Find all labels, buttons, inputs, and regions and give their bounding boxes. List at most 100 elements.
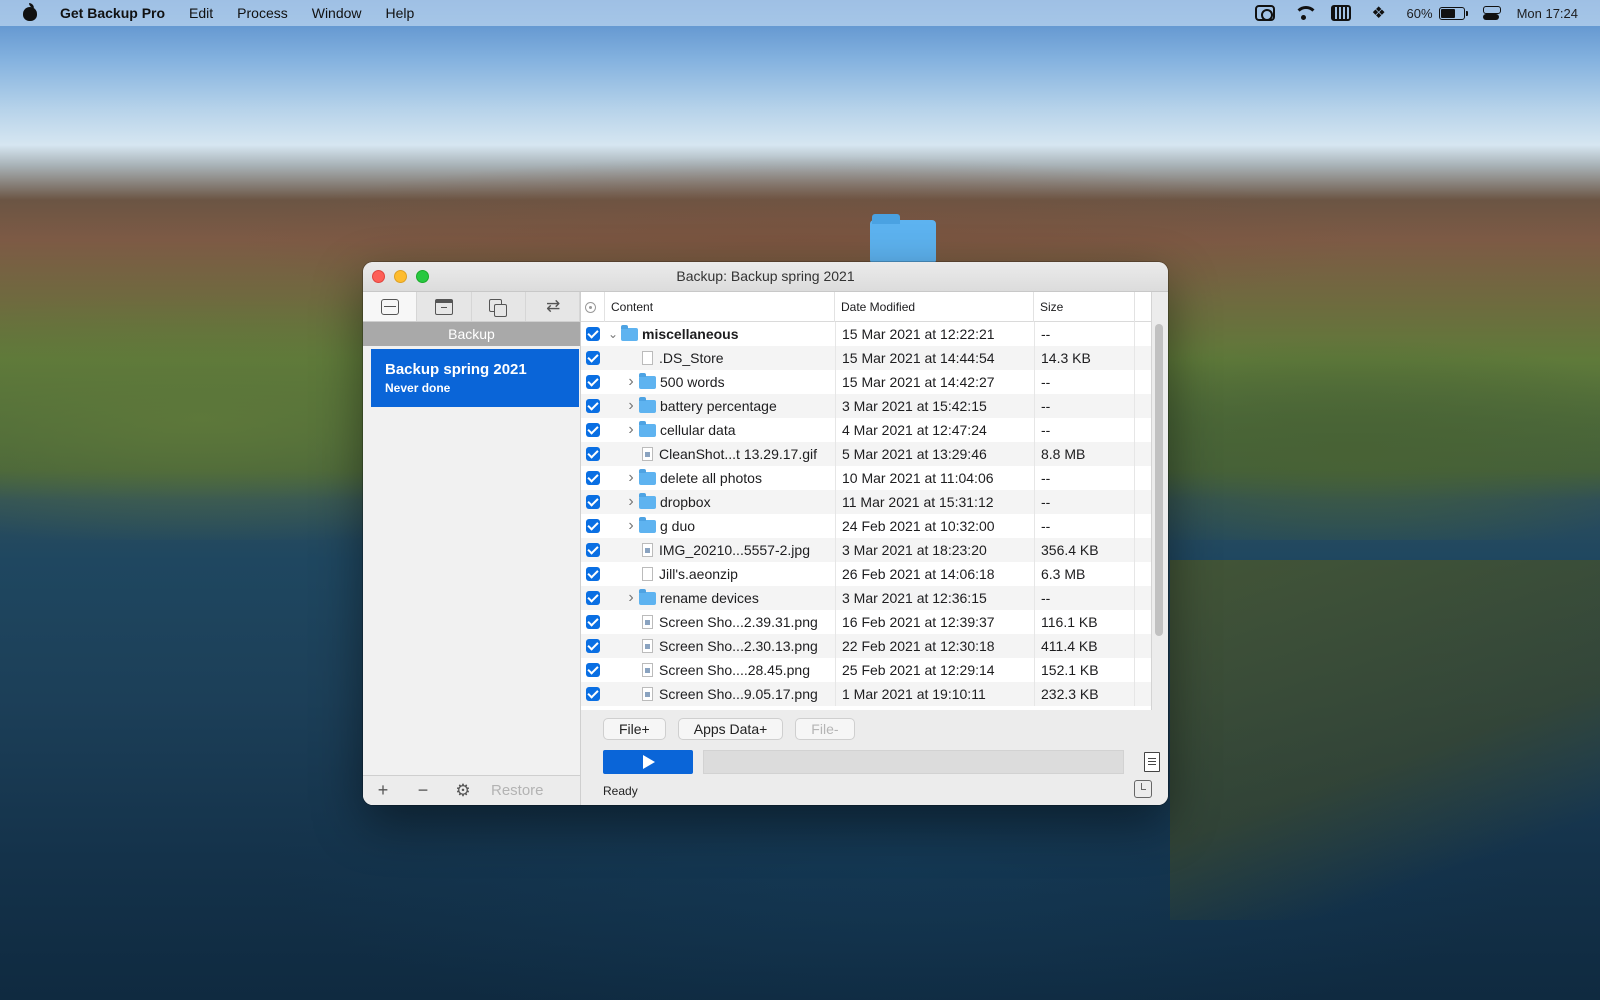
- table-row[interactable]: .DS_Store 15 Mar 2021 at 14:44:54 14.3 KB: [581, 346, 1151, 370]
- column-content[interactable]: Content: [605, 292, 835, 322]
- content-cell: Screen Sho...9.05.17.png: [605, 682, 835, 706]
- date-modified-cell: 3 Mar 2021 at 18:23:20: [835, 538, 1034, 562]
- wifi-icon[interactable]: [1293, 5, 1318, 21]
- include-checkbox[interactable]: [586, 519, 600, 533]
- date-modified-cell: 4 Mar 2021 at 12:47:24: [835, 418, 1034, 442]
- include-checkbox[interactable]: [586, 327, 600, 341]
- item-name: battery percentage: [660, 398, 777, 414]
- backup-project-status: Never done: [385, 381, 451, 395]
- battery-status[interactable]: 60%: [1407, 6, 1468, 21]
- table-scrollbar[interactable]: [1155, 324, 1163, 636]
- add-apps-data-button[interactable]: Apps Data+: [677, 718, 784, 740]
- apple-menu-icon[interactable]: [22, 3, 38, 22]
- row-checkbox-cell: [581, 610, 605, 634]
- desktop-folder-icon[interactable]: [870, 214, 936, 264]
- table-row[interactable]: › g duo 24 Feb 2021 at 10:32:00 --: [581, 514, 1151, 538]
- select-all-header[interactable]: [581, 292, 605, 322]
- row-checkbox-cell: [581, 466, 605, 490]
- table-row[interactable]: Screen Sho...9.05.17.png 1 Mar 2021 at 19…: [581, 682, 1151, 706]
- backup-window: Backup: Backup spring 2021 Backup Backup…: [363, 262, 1168, 805]
- item-name: .DS_Store: [659, 350, 724, 366]
- table-row[interactable]: › rename devices 3 Mar 2021 at 12:36:15 --: [581, 586, 1151, 610]
- table-row[interactable]: › delete all photos 10 Mar 2021 at 11:04:0…: [581, 466, 1151, 490]
- menu-bar: Get Backup Pro Edit Process Window Help …: [0, 0, 1600, 26]
- screenshot-icon[interactable]: [1254, 5, 1275, 21]
- table-row[interactable]: ⌄ miscellaneous 15 Mar 2021 at 12:22:21 --: [581, 322, 1151, 346]
- mode-tabs: [363, 292, 580, 322]
- tab-clone[interactable]: [472, 292, 526, 321]
- include-checkbox[interactable]: [586, 567, 600, 581]
- size-cell: --: [1034, 466, 1135, 490]
- chevron-right-icon[interactable]: ›: [623, 394, 639, 418]
- keyboard-icon[interactable]: [1330, 5, 1351, 21]
- chevron-right-icon[interactable]: ›: [623, 466, 639, 490]
- column-size[interactable]: Size: [1034, 292, 1135, 322]
- title-bar[interactable]: Backup: Backup spring 2021: [363, 262, 1168, 292]
- include-checkbox[interactable]: [586, 423, 600, 437]
- table-row[interactable]: Screen Sho...2.30.13.png 22 Feb 2021 at 1…: [581, 634, 1151, 658]
- item-name: g duo: [660, 518, 696, 534]
- content-cell: Jill's.aeonzip: [605, 562, 835, 586]
- table-row[interactable]: Screen Sho....28.45.png 25 Feb 2021 at 12…: [581, 658, 1151, 682]
- include-checkbox[interactable]: [586, 615, 600, 629]
- chevron-right-icon[interactable]: ›: [623, 418, 639, 442]
- add-file-button[interactable]: File+: [603, 718, 666, 740]
- include-checkbox[interactable]: [586, 591, 600, 605]
- chevron-right-icon[interactable]: ›: [623, 490, 639, 514]
- column-date-modified[interactable]: Date Modified: [835, 292, 1034, 322]
- include-checkbox[interactable]: [586, 351, 600, 365]
- include-checkbox[interactable]: [586, 471, 600, 485]
- tab-backup[interactable]: [363, 292, 418, 321]
- tab-archive[interactable]: [417, 292, 472, 321]
- table-row[interactable]: IMG_20210...5557-2.jpg 3 Mar 2021 at 18:2…: [581, 538, 1151, 562]
- backup-project-item[interactable]: Backup spring 2021 Never done: [371, 349, 579, 407]
- row-checkbox-cell: [581, 562, 605, 586]
- date-modified-cell: 1 Mar 2021 at 19:10:11: [835, 682, 1034, 706]
- include-checkbox[interactable]: [586, 687, 600, 701]
- add-project-button[interactable]: +: [363, 780, 403, 801]
- include-checkbox[interactable]: [586, 495, 600, 509]
- chevron-down-icon[interactable]: ⌄: [605, 322, 621, 346]
- menu-clock[interactable]: Mon 17:24: [1517, 6, 1578, 21]
- include-checkbox[interactable]: [586, 543, 600, 557]
- chevron-right-icon[interactable]: ›: [623, 370, 639, 394]
- include-checkbox[interactable]: [586, 399, 600, 413]
- remove-file-button[interactable]: File-: [795, 718, 855, 740]
- size-cell: --: [1034, 418, 1135, 442]
- control-center-icon[interactable]: [1482, 6, 1501, 20]
- content-cell: .DS_Store: [605, 346, 835, 370]
- include-checkbox[interactable]: [586, 639, 600, 653]
- table-row[interactable]: › battery percentage 3 Mar 2021 at 15:42:1…: [581, 394, 1151, 418]
- restore-button[interactable]: Restore: [491, 782, 544, 799]
- tab-sync[interactable]: [526, 292, 580, 321]
- table-row[interactable]: Screen Sho...2.39.31.png 16 Feb 2021 at 1…: [581, 610, 1151, 634]
- item-name: CleanShot...t 13.29.17.gif: [659, 446, 817, 462]
- schedule-clock-icon[interactable]: [1134, 780, 1152, 798]
- menu-app-name[interactable]: Get Backup Pro: [60, 5, 165, 21]
- include-checkbox[interactable]: [586, 375, 600, 389]
- menu-edit[interactable]: Edit: [189, 5, 213, 21]
- menu-window[interactable]: Window: [312, 5, 362, 21]
- content-cell: IMG_20210...5557-2.jpg: [605, 538, 835, 562]
- row-checkbox-cell: [581, 634, 605, 658]
- table-row[interactable]: › dropbox 11 Mar 2021 at 15:31:12 --: [581, 490, 1151, 514]
- table-row[interactable]: › 500 words 15 Mar 2021 at 14:42:27 --: [581, 370, 1151, 394]
- date-modified-cell: 24 Feb 2021 at 10:32:00: [835, 514, 1034, 538]
- table-row[interactable]: CleanShot...t 13.29.17.gif 5 Mar 2021 at …: [581, 442, 1151, 466]
- include-checkbox[interactable]: [586, 447, 600, 461]
- menu-process[interactable]: Process: [237, 5, 288, 21]
- menu-help[interactable]: Help: [386, 5, 415, 21]
- item-name: Screen Sho...9.05.17.png: [659, 686, 818, 702]
- table-row[interactable]: Jill's.aeonzip 26 Feb 2021 at 14:06:18 6.3…: [581, 562, 1151, 586]
- start-backup-button[interactable]: [603, 750, 693, 774]
- remove-project-button[interactable]: −: [403, 780, 443, 801]
- chevron-right-icon[interactable]: ›: [623, 514, 639, 538]
- content-cell: › battery percentage: [605, 394, 835, 418]
- item-name: Jill's.aeonzip: [659, 566, 738, 582]
- dropbox-icon[interactable]: [1369, 3, 1389, 23]
- settings-gear-icon[interactable]: ⚙: [443, 781, 483, 801]
- chevron-right-icon[interactable]: ›: [623, 586, 639, 610]
- table-row[interactable]: › cellular data 4 Mar 2021 at 12:47:24 --: [581, 418, 1151, 442]
- include-checkbox[interactable]: [586, 663, 600, 677]
- log-document-icon[interactable]: [1144, 752, 1160, 772]
